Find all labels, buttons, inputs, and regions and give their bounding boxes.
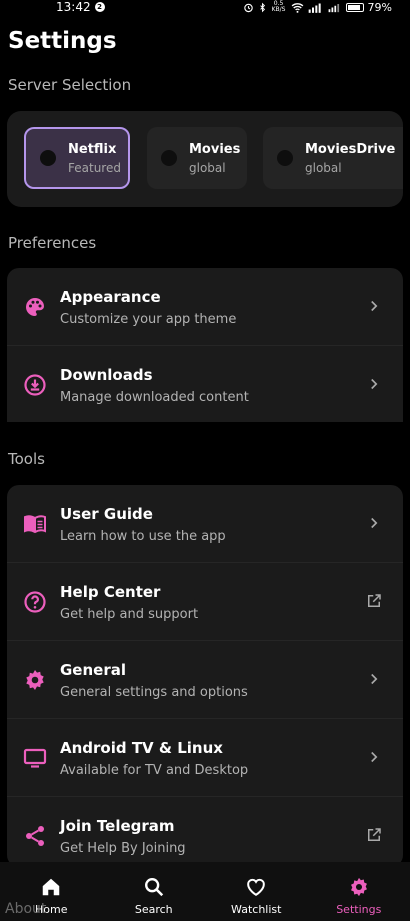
server-tag: global <box>305 160 342 175</box>
server-status-dot <box>161 150 177 166</box>
chevron-right-icon <box>371 751 378 763</box>
row-title: User Guide <box>60 505 153 523</box>
bluetooth-icon <box>259 2 265 12</box>
preferences-card: Appearance Customize your app theme Down… <box>7 268 403 422</box>
network-speed: 0.5 KB/S <box>271 0 286 13</box>
server-chip-movies[interactable]: Movies global <box>147 127 247 189</box>
open-external-icon <box>368 594 381 607</box>
row-subtitle: Manage downloaded content <box>60 390 249 405</box>
row-title: Help Center <box>60 583 161 601</box>
wifi-icon <box>291 2 303 13</box>
tools-card: User Guide Learn how to use the app Help… <box>7 485 403 867</box>
settings-row-help-center[interactable]: Help Center Get help and support <box>7 563 403 641</box>
chevron-right-icon <box>371 673 378 685</box>
home-icon <box>43 878 60 896</box>
battery-icon <box>345 2 364 12</box>
help-circle-icon <box>24 591 46 613</box>
download-icon <box>24 374 46 396</box>
alarm-icon <box>243 3 253 12</box>
nav-label: Search <box>134 903 173 916</box>
row-title: Join Telegram <box>60 817 175 835</box>
row-subtitle: Customize your app theme <box>60 312 237 327</box>
about-section-label: About <box>5 901 47 917</box>
open-external-icon <box>368 828 381 841</box>
row-subtitle: Get help and support <box>60 607 199 622</box>
row-subtitle: Available for TV and Desktop <box>60 763 249 778</box>
tools-label: Tools <box>8 450 45 468</box>
row-title: Appearance <box>60 288 161 306</box>
settings-row-general[interactable]: General General settings and options <box>7 641 403 719</box>
row-title: General <box>60 661 126 679</box>
server-tag: Featured <box>68 160 121 175</box>
status-time: 13:42 <box>56 0 91 14</box>
nav-watchlist[interactable]: Watchlist <box>205 862 308 921</box>
nav-settings[interactable]: Settings <box>308 862 410 921</box>
row-subtitle: General settings and options <box>60 685 248 700</box>
server-name: Netflix <box>68 141 117 157</box>
preferences-label: Preferences <box>8 234 97 252</box>
chevron-right-icon <box>371 378 378 390</box>
server-status-dot <box>40 150 56 166</box>
nav-label: Watchlist <box>231 903 282 916</box>
server-name: Movies <box>189 141 241 157</box>
row-title: Android TV & Linux <box>60 739 223 757</box>
share-icon <box>26 826 44 846</box>
chevron-right-icon <box>371 517 378 529</box>
server-status-dot <box>277 150 293 166</box>
gear-icon <box>26 670 44 690</box>
book-icon <box>24 515 46 534</box>
notification-count-badge: 2 <box>94 2 105 12</box>
battery-level: 79% <box>367 0 392 14</box>
row-subtitle: Learn how to use the app <box>60 529 226 544</box>
settings-row-downloads[interactable]: Downloads Manage downloaded content <box>7 346 403 422</box>
gear-icon <box>350 877 367 897</box>
server-tag: global <box>189 160 226 175</box>
search-icon <box>144 878 163 897</box>
heart-icon <box>247 878 266 896</box>
server-chip-moviesdrive[interactable]: MoviesDrive global <box>263 127 403 189</box>
nav-search[interactable]: Search <box>103 862 206 921</box>
settings-row-user-guide[interactable]: User Guide Learn how to use the app <box>7 485 403 563</box>
status-bar: 13:42 2 0.5 KB/S 79% <box>0 0 410 14</box>
server-name: MoviesDrive <box>305 141 396 157</box>
bottom-navigation: Home Search Watchlist Settings <box>0 862 410 921</box>
signal-icon <box>308 3 321 13</box>
settings-row-appearance[interactable]: Appearance Customize your app theme <box>7 268 403 346</box>
tv-icon <box>23 748 47 768</box>
signal-icon-secondary <box>328 3 339 12</box>
chevron-right-icon <box>371 300 378 312</box>
row-title: Downloads <box>60 366 153 384</box>
palette-icon <box>26 298 44 316</box>
server-selection-label: Server Selection <box>8 76 132 94</box>
nav-label: Settings <box>336 903 382 916</box>
server-selection-card: Netflix Featured Movies global MoviesDri… <box>7 111 403 207</box>
server-chip-netflix[interactable]: Netflix Featured <box>24 127 130 189</box>
row-subtitle: Get Help By Joining <box>60 841 186 856</box>
page-title: Settings <box>8 28 117 54</box>
settings-row-join-telegram[interactable]: Join Telegram Get Help By Joining <box>7 797 403 867</box>
settings-row-android-tv[interactable]: Android TV & Linux Available for TV and … <box>7 719 403 797</box>
